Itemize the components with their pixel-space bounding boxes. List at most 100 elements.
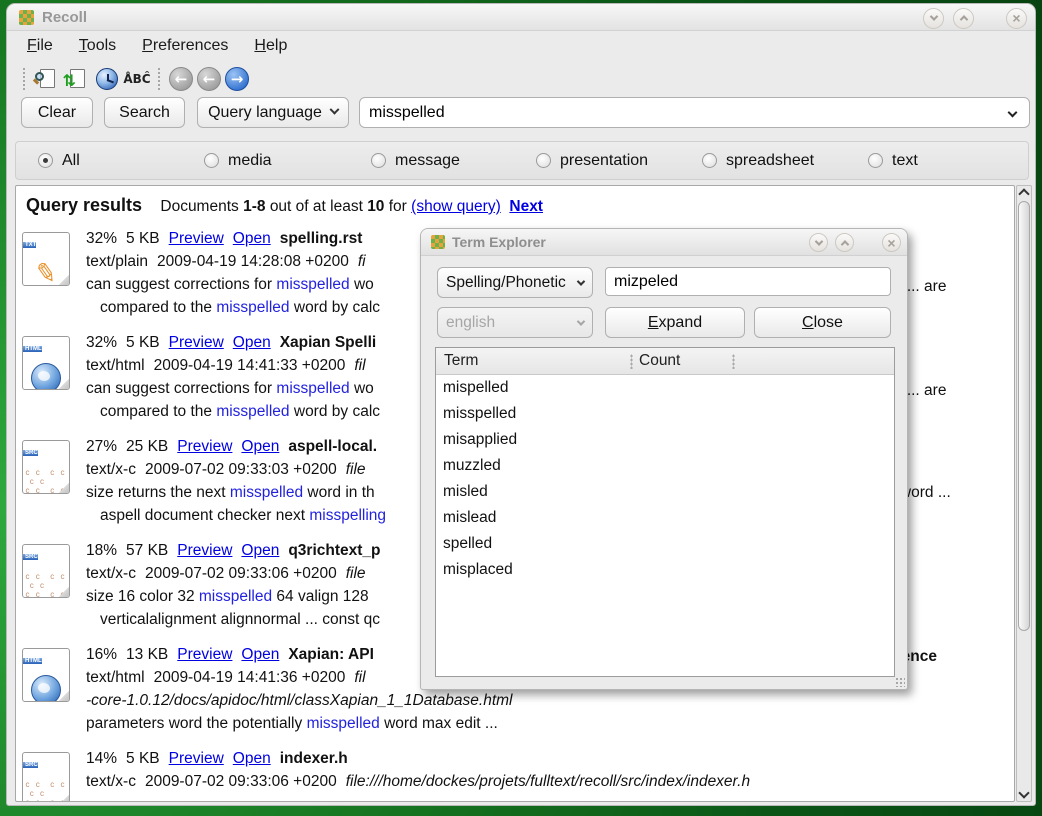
- result-url: fi: [358, 253, 366, 270]
- window-title: Recoll: [42, 9, 87, 26]
- category-filter-bar: All media message presentation spreadshe…: [15, 141, 1029, 180]
- scrollbar-thumb[interactable]: [1018, 201, 1030, 631]
- column-term[interactable]: Term: [436, 352, 478, 370]
- filter-all[interactable]: All: [38, 152, 80, 170]
- dialog-close-button[interactable]: ×: [882, 233, 901, 252]
- chevron-down-icon: [929, 12, 937, 20]
- open-link[interactable]: Open: [233, 334, 271, 351]
- menu-preferences[interactable]: Preferences: [142, 37, 228, 55]
- toolbar-handle[interactable]: [157, 67, 162, 91]
- arrow-right-icon: →: [231, 70, 244, 88]
- result-url: fil: [354, 669, 365, 686]
- language-select: english: [437, 307, 593, 338]
- search-input[interactable]: [359, 97, 1030, 128]
- column-separator[interactable]: [732, 354, 735, 369]
- chevron-up-icon: [959, 15, 967, 23]
- dialog-maximize-button[interactable]: [835, 233, 854, 252]
- document-history-button[interactable]: [92, 65, 122, 93]
- preview-link[interactable]: Preview: [169, 230, 224, 247]
- toolbar: ⇅ ÅBĈ ← ← →: [7, 61, 1035, 96]
- src-file-icon: SRCc c c c c c c c c c: [22, 440, 70, 494]
- open-link[interactable]: Open: [241, 438, 279, 455]
- menu-help[interactable]: Help: [254, 37, 287, 55]
- open-link[interactable]: Open: [241, 646, 279, 663]
- dialog-minimize-button[interactable]: [809, 233, 828, 252]
- toolbar-handle[interactable]: [22, 67, 27, 91]
- preview-link[interactable]: Preview: [177, 542, 232, 559]
- radio-icon: [371, 153, 386, 168]
- result-title: Xapian: API: [288, 646, 374, 663]
- search-combobox: [359, 97, 1030, 128]
- title-bar[interactable]: Recoll ×: [7, 4, 1035, 31]
- filter-presentation[interactable]: presentation: [536, 152, 648, 170]
- close-button[interactable]: ×: [1006, 8, 1027, 29]
- term-row[interactable]: misplaced: [436, 557, 894, 583]
- expansion-mode-select[interactable]: Spelling/Phonetic: [437, 267, 593, 298]
- term-row[interactable]: spelled: [436, 531, 894, 557]
- preview-link[interactable]: Preview: [177, 646, 232, 663]
- next-page-button[interactable]: →: [225, 67, 249, 91]
- results-scrollbar[interactable]: [1016, 185, 1032, 802]
- column-count[interactable]: Count: [639, 352, 680, 370]
- spellcheck-abc-icon: ÅBĈ: [123, 72, 150, 86]
- query-language-select[interactable]: Query language: [197, 97, 349, 128]
- html-file-icon: HTML: [22, 336, 70, 390]
- highlight-term: misspelled: [230, 484, 303, 501]
- minimize-button[interactable]: [923, 8, 944, 29]
- clear-button[interactable]: Clear: [21, 97, 93, 128]
- term-row[interactable]: misapplied: [436, 427, 894, 453]
- maximize-button[interactable]: [953, 8, 974, 29]
- close-icon: ×: [887, 236, 895, 250]
- dialog-title-bar[interactable]: Term Explorer ×: [421, 229, 907, 256]
- search-button[interactable]: Search: [104, 97, 185, 128]
- column-separator[interactable]: [630, 354, 633, 369]
- close-dialog-button[interactable]: Close: [754, 307, 891, 338]
- filter-media[interactable]: media: [204, 152, 272, 170]
- chevron-down-icon: [577, 277, 585, 285]
- result-title: indexer.h: [280, 750, 348, 767]
- scroll-up-icon[interactable]: [1018, 188, 1029, 199]
- menu-bar: File Tools Preferences Help: [7, 31, 1035, 61]
- resize-grip[interactable]: [895, 677, 905, 687]
- preview-link[interactable]: Preview: [169, 750, 224, 767]
- result-row: SRCc c c c c c c c c c 14%5 KBPreviewOpe…: [16, 750, 1015, 802]
- results-header: Query results Documents 1-8 out of at le…: [26, 195, 543, 216]
- previous-page-button[interactable]: ←: [197, 67, 221, 91]
- term-explorer-dialog: Term Explorer × Spelling/Phonetic englis…: [420, 228, 908, 690]
- term-row[interactable]: mislead: [436, 505, 894, 531]
- highlight-term: misspelling: [309, 507, 386, 524]
- first-page-button[interactable]: ←: [169, 67, 193, 91]
- show-query-link[interactable]: (show query): [411, 198, 501, 215]
- term-row[interactable]: misled: [436, 479, 894, 505]
- globe-icon: [31, 675, 61, 703]
- filter-message[interactable]: message: [371, 152, 460, 170]
- filter-text[interactable]: text: [868, 152, 918, 170]
- menu-file[interactable]: File: [27, 37, 53, 55]
- preview-link[interactable]: Preview: [177, 438, 232, 455]
- term-row[interactable]: mispelled: [436, 375, 894, 401]
- open-link[interactable]: Open: [233, 750, 271, 767]
- search-row: Clear Search Query language: [7, 96, 1035, 134]
- scroll-down-icon[interactable]: [1018, 787, 1029, 798]
- src-file-icon: SRCc c c c c c c c c c: [22, 544, 70, 598]
- advanced-search-button[interactable]: [32, 65, 62, 93]
- open-link[interactable]: Open: [241, 542, 279, 559]
- term-row[interactable]: misspelled: [436, 401, 894, 427]
- term-list-header[interactable]: Term Count: [436, 348, 894, 375]
- menu-tools[interactable]: Tools: [79, 37, 116, 55]
- term-input[interactable]: [605, 267, 891, 296]
- highlight-term: misspelled: [216, 403, 289, 420]
- highlight-term: misspelled: [216, 299, 289, 316]
- term-row[interactable]: muzzled: [436, 453, 894, 479]
- radio-icon: [38, 153, 53, 168]
- expand-button[interactable]: Expand: [605, 307, 745, 338]
- sort-parameters-button[interactable]: ⇅: [62, 65, 92, 93]
- term-explorer-button[interactable]: ÅBĈ: [122, 65, 152, 93]
- recoll-app-icon: [431, 235, 445, 249]
- filter-spreadsheet[interactable]: spreadsheet: [702, 152, 814, 170]
- arrow-left-icon: ←: [175, 70, 188, 88]
- open-link[interactable]: Open: [233, 230, 271, 247]
- preview-link[interactable]: Preview: [169, 334, 224, 351]
- chevron-down-icon: [577, 317, 585, 325]
- next-page-link[interactable]: Next: [509, 198, 543, 215]
